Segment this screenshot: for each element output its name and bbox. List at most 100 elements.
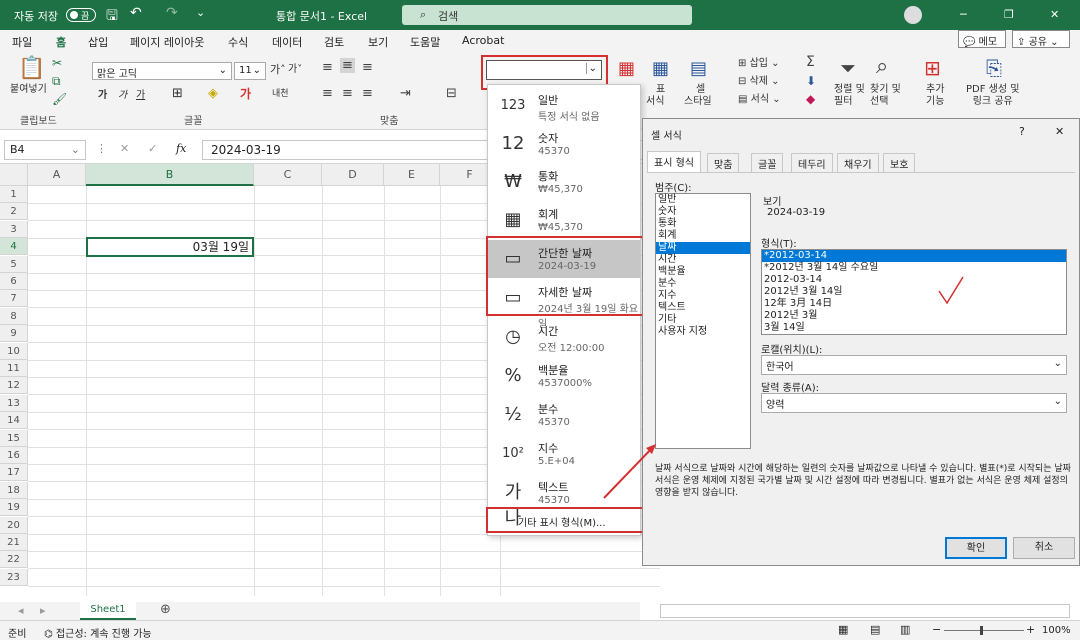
type-item[interactable]: 12年 3月 14日 [762,298,1066,310]
dialog-close-button[interactable]: ✕ [1055,125,1064,138]
row-header[interactable]: 17 [0,464,28,482]
align-top-icon[interactable]: ≡ [322,60,333,75]
format-cells-button[interactable]: ▤ 서식 ⌄ [738,94,781,106]
row-header[interactable]: 1 [0,186,28,203]
format-option[interactable]: ▦ 회계 ₩45,370 [488,201,640,239]
paste-icon[interactable]: 📋 [18,56,45,81]
category-item[interactable]: 통화 [656,218,750,230]
find-select-icon[interactable]: ⌕ [876,54,888,79]
type-list[interactable]: *2012-03-14 *2012년 3월 14일 수요일 2012-03-14 20… [761,249,1067,335]
tab-view[interactable]: 보기 [368,34,388,50]
tab-border[interactable]: 테두리 [791,153,833,172]
grow-font-icon[interactable]: 가˄ [270,64,286,76]
tab-insert[interactable]: 삽입 [88,34,108,50]
shrink-font-icon[interactable]: 가˅ [288,64,302,76]
tab-review[interactable]: 검토 [324,34,344,50]
cancel-button[interactable]: 취소 [1013,537,1075,559]
row-header[interactable]: 11 [0,360,28,377]
tab-acrobat[interactable]: Acrobat [462,34,504,47]
format-option[interactable]: ½ 분수 45370 [488,396,640,434]
conditional-format-icon[interactable]: ▦ [618,58,635,79]
copy-icon[interactable]: ⧉ [52,74,61,89]
zoom-thumb[interactable] [980,626,983,635]
category-item[interactable]: 회계 [656,230,750,242]
locale-select[interactable]: 한국어 ⌄ [761,355,1067,375]
fill-color-icon[interactable]: ◈ [208,87,218,100]
align-right-icon[interactable]: ≡ [362,86,373,101]
format-option[interactable]: 123 일반 특정 서식 없음 [488,87,640,125]
category-item[interactable]: 시간 [656,254,750,266]
font-color-icon[interactable]: 가 [240,88,251,100]
fill-icon[interactable]: ⬇ [806,74,816,88]
category-item[interactable]: 기타 [656,314,750,326]
font-name-select[interactable]: 맑은 고딕 ⌄ [92,62,232,80]
category-item[interactable]: 날짜 [656,242,750,254]
page-break-icon[interactable]: ▥ [900,623,910,636]
row-header[interactable]: 18 [0,481,28,499]
col-header[interactable]: D [322,164,384,186]
table-label[interactable]: 표 [656,84,665,96]
tab-help[interactable]: 도움말 [410,34,440,50]
type-item[interactable]: 2012년 3월 [762,310,1066,322]
row-header[interactable]: 10 [0,342,28,360]
category-item[interactable]: 숫자 [656,206,750,218]
tab-protection[interactable]: 보호 [883,153,916,172]
zoom-out-icon[interactable]: − [932,623,941,636]
save-icon[interactable]: 🖫 [106,5,118,29]
row-header[interactable]: 8 [0,307,28,325]
tab-alignment[interactable]: 맞춤 [707,153,740,172]
tab-fill[interactable]: 채우기 [837,153,879,172]
cell-styles-icon[interactable]: ▤ [690,58,707,79]
italic-icon[interactable]: 가 [118,90,127,102]
row-header[interactable]: 20 [0,516,28,534]
align-middle-icon[interactable]: ≡ [340,58,355,73]
enter-icon[interactable]: ✓ [148,142,157,155]
close-icon[interactable]: ✕ [1050,8,1059,21]
select-all[interactable] [0,164,28,186]
customize-icon[interactable]: ⌄ [196,6,205,19]
phonetic-icon[interactable]: 내천 [272,88,289,100]
type-item[interactable]: *2012년 3월 14일 수요일 [762,262,1066,274]
format-option[interactable]: ◷ 시간 오전 12:00:00 [488,318,640,356]
align-bottom-icon[interactable]: ≡ [362,60,373,75]
row-header[interactable]: 23 [0,568,28,586]
row-header[interactable]: 2 [0,203,28,221]
align-center-icon[interactable]: ≡ [342,86,353,101]
avatar[interactable] [904,6,922,24]
tab-number[interactable]: 표시 형식 [647,151,701,172]
col-header[interactable]: B [86,164,254,186]
horizontal-scrollbar[interactable] [660,604,1070,618]
tab-page-layout[interactable]: 페이지 레이아웃 [130,34,204,50]
type-item[interactable]: *2012-03-14 [762,250,1066,262]
help-button[interactable]: ? [1019,125,1025,138]
accessibility-status[interactable]: ⌬ 접근성: 계속 진행 가능 [44,625,152,640]
insert-function-icon[interactable]: fx [176,142,186,155]
paste-label[interactable]: 붙여넣기 [10,84,47,96]
row-header[interactable]: 21 [0,534,28,551]
addins-icon[interactable]: ⊞ [924,56,941,80]
category-item[interactable]: 지수 [656,290,750,302]
tab-font[interactable]: 글꼴 [751,153,784,172]
row-header[interactable]: 22 [0,551,28,569]
format-painter-icon[interactable]: 🖌 [52,92,67,106]
find-select-label[interactable]: 찾기 및 선택 [870,84,901,108]
indent-icon[interactable]: ⇥ [400,86,411,101]
restore-icon[interactable]: ❐ [1004,8,1014,21]
col-header[interactable]: A [28,164,86,186]
cell-styles-label[interactable]: 셀 [696,84,705,96]
tab-home[interactable]: 홈 [56,34,67,54]
prev-sheet-icon[interactable]: ◂ [18,604,24,617]
row-header[interactable]: 3 [0,220,28,238]
delete-cells-button[interactable]: ⊟ 삭제 ⌄ [738,76,780,88]
insert-cells-button[interactable]: ⊞ 삽입 ⌄ [738,58,780,70]
cancel-icon[interactable]: ✕ [120,142,129,155]
category-item[interactable]: 백분율 [656,266,750,278]
redo-icon[interactable]: ↷ [166,5,178,21]
row-header[interactable]: 16 [0,447,28,464]
merge-icon[interactable]: ⊟ [446,86,457,101]
cut-icon[interactable]: ✂ [52,56,62,70]
page-layout-icon[interactable]: ▤ [870,623,880,636]
undo-icon[interactable]: ↶ [130,5,142,21]
row-header[interactable]: 9 [0,325,28,343]
type-item[interactable]: 2012-03-14 [762,274,1066,286]
